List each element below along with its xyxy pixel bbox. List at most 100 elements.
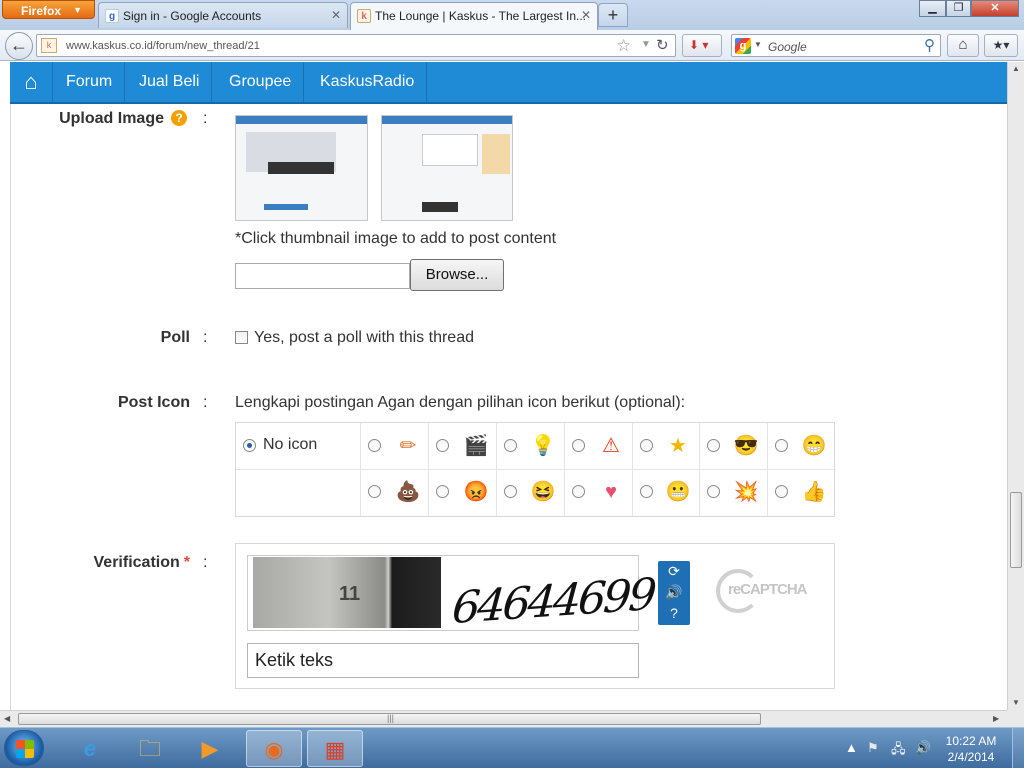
minimize-button[interactable]: ▁: [919, 0, 946, 17]
search-icon[interactable]: ⚲: [924, 36, 935, 54]
post-icon-radio[interactable]: [707, 485, 720, 498]
scroll-up-icon[interactable]: ▲: [1012, 64, 1020, 73]
post-icon-radio[interactable]: [436, 439, 449, 452]
star-icon[interactable]: ★: [665, 433, 691, 459]
scroll-corner: [1007, 710, 1024, 727]
vertical-scrollbar[interactable]: ▲ ▼: [1007, 62, 1024, 710]
cool-smiley-icon[interactable]: 😎: [733, 433, 759, 459]
required-mark: *: [183, 554, 190, 571]
angry-face-icon[interactable]: 😡: [463, 479, 489, 505]
search-bar[interactable]: g ▼ Google ⚲: [731, 34, 941, 57]
lightbulb-icon[interactable]: 💡: [530, 433, 556, 459]
home-button[interactable]: ⌂: [947, 34, 979, 57]
heart-icon[interactable]: ♥: [598, 479, 624, 505]
post-icon-radio[interactable]: [572, 439, 585, 452]
poop-icon[interactable]: 💩: [395, 479, 421, 505]
cold-face-icon[interactable]: 😬: [665, 479, 691, 505]
thumbnail-header: [382, 116, 512, 124]
captcha-photo: 11: [253, 557, 441, 628]
new-tab-button[interactable]: +: [598, 3, 628, 27]
post-icon-radio[interactable]: [572, 485, 585, 498]
show-desktop-button[interactable]: [1012, 728, 1024, 768]
post-icon-radio[interactable]: [504, 485, 517, 498]
post-icon-radio[interactable]: [775, 439, 788, 452]
show-hidden-icons[interactable]: ▲: [845, 740, 858, 755]
app-taskbar-icon[interactable]: ▦: [307, 730, 363, 767]
pencil-icon[interactable]: ✏: [395, 433, 421, 459]
file-path-input[interactable]: [235, 263, 410, 289]
upload-thumbnail[interactable]: [381, 115, 513, 221]
post-icon-radio[interactable]: [368, 439, 381, 452]
recaptcha-logo-text: reCAPTCHA: [728, 581, 808, 598]
grin-smiley-icon[interactable]: 😁: [801, 433, 827, 459]
reload-icon[interactable]: ↻: [656, 36, 669, 54]
home-icon[interactable]: ⌂: [10, 62, 53, 102]
horizontal-scroll-thumb[interactable]: |||: [18, 713, 761, 725]
history-dropdown-icon[interactable]: ▼: [641, 39, 651, 50]
media-player-icon[interactable]: ▶: [182, 730, 238, 767]
post-icon-radio[interactable]: [640, 485, 653, 498]
close-tab-icon[interactable]: ✕: [331, 8, 341, 22]
upload-image-label-text: Upload Image: [59, 110, 164, 127]
thumbs-up-icon[interactable]: 👍: [801, 479, 827, 505]
tab-google-signin[interactable]: g Sign in - Google Accounts ✕: [98, 2, 348, 28]
verification-label-text: Verification: [93, 554, 180, 571]
laughing-face-icon[interactable]: 😆: [530, 479, 556, 505]
browse-button[interactable]: Browse...: [410, 259, 504, 291]
post-icon-radio[interactable]: [368, 485, 381, 498]
volume-icon[interactable]: 🔊: [915, 740, 931, 756]
verification-label: Verification *: [51, 554, 190, 572]
firefox-menu-button[interactable]: Firefox ▼: [2, 0, 95, 19]
action-center-icon[interactable]: ⚑: [867, 740, 879, 756]
vertical-scroll-thumb[interactable]: [1010, 492, 1022, 568]
horizontal-scrollbar[interactable]: ◀ ||| ▶: [0, 710, 1007, 727]
nav-item-groupee[interactable]: Groupee: [217, 62, 305, 102]
nav-item-jual-beli[interactable]: Jual Beli: [127, 62, 213, 102]
refresh-icon[interactable]: ⟳: [658, 561, 690, 582]
audio-icon[interactable]: 🔊: [658, 582, 690, 603]
url-text[interactable]: www.kaskus.co.id/forum/new_thread/21: [66, 40, 260, 52]
post-icon-radio[interactable]: [775, 485, 788, 498]
internet-explorer-icon[interactable]: e: [62, 730, 118, 767]
nav-item-forum[interactable]: Forum: [54, 62, 126, 102]
scroll-right-icon[interactable]: ▶: [993, 714, 999, 723]
post-icon-radio[interactable]: [640, 439, 653, 452]
post-icon-radio[interactable]: [504, 439, 517, 452]
clapperboard-icon[interactable]: 🎬: [463, 433, 489, 459]
captcha-input[interactable]: Ketik teks: [247, 643, 639, 678]
scroll-left-icon[interactable]: ◀: [4, 714, 10, 723]
bookmark-star-icon[interactable]: ☆: [616, 36, 631, 56]
poll-checkbox[interactable]: [235, 331, 248, 344]
help-icon[interactable]: ?: [171, 110, 187, 126]
site-identity-icon[interactable]: k: [41, 38, 57, 53]
thumbnail-header: [236, 116, 367, 124]
url-bar[interactable]: k www.kaskus.co.id/forum/new_thread/21 ☆…: [36, 34, 676, 57]
back-button[interactable]: ←: [5, 32, 33, 60]
downloads-button[interactable]: ⬇ ▾: [682, 34, 722, 57]
search-engine-dropdown-icon[interactable]: ▼: [754, 40, 762, 49]
google-logo-icon[interactable]: g: [735, 38, 751, 54]
upload-thumbnail[interactable]: [235, 115, 368, 221]
maximize-button[interactable]: ❐: [946, 0, 971, 17]
post-icon-grid: No icon ✏ 🎬 💡 ⚠ ★ 😎 😁 💩 😡 😆 ♥ 😬 💥 👍: [235, 422, 835, 517]
field-colon: :: [203, 329, 208, 346]
post-icon-radio[interactable]: [707, 439, 720, 452]
help-icon[interactable]: ?: [658, 603, 690, 624]
explosion-icon[interactable]: 💥: [733, 479, 759, 505]
nav-item-kaskusradio[interactable]: KaskusRadio: [308, 62, 428, 102]
clock[interactable]: 10:22 AM 2/4/2014: [940, 733, 1002, 765]
close-tab-icon[interactable]: ✕: [581, 8, 591, 22]
post-icon-radio[interactable]: [436, 485, 449, 498]
tab-kaskus-lounge[interactable]: k The Lounge | Kaskus - The Largest In..…: [350, 2, 598, 30]
new-thread-form: Upload Image? : *Click thumbnail image t…: [10, 104, 1007, 710]
start-button[interactable]: [4, 730, 44, 766]
file-explorer-icon[interactable]: 🗀: [122, 730, 178, 767]
bookmarks-menu-button[interactable]: ★▾: [984, 34, 1018, 57]
scroll-down-icon[interactable]: ▼: [1012, 698, 1020, 707]
close-window-button[interactable]: ✕: [971, 0, 1019, 17]
firefox-taskbar-icon[interactable]: ◉: [246, 730, 302, 767]
no-icon-radio[interactable]: [243, 439, 256, 452]
network-icon[interactable]: 🖧: [891, 740, 906, 762]
poll-label: Poll: [160, 329, 190, 346]
warning-icon[interactable]: ⚠: [598, 433, 624, 459]
